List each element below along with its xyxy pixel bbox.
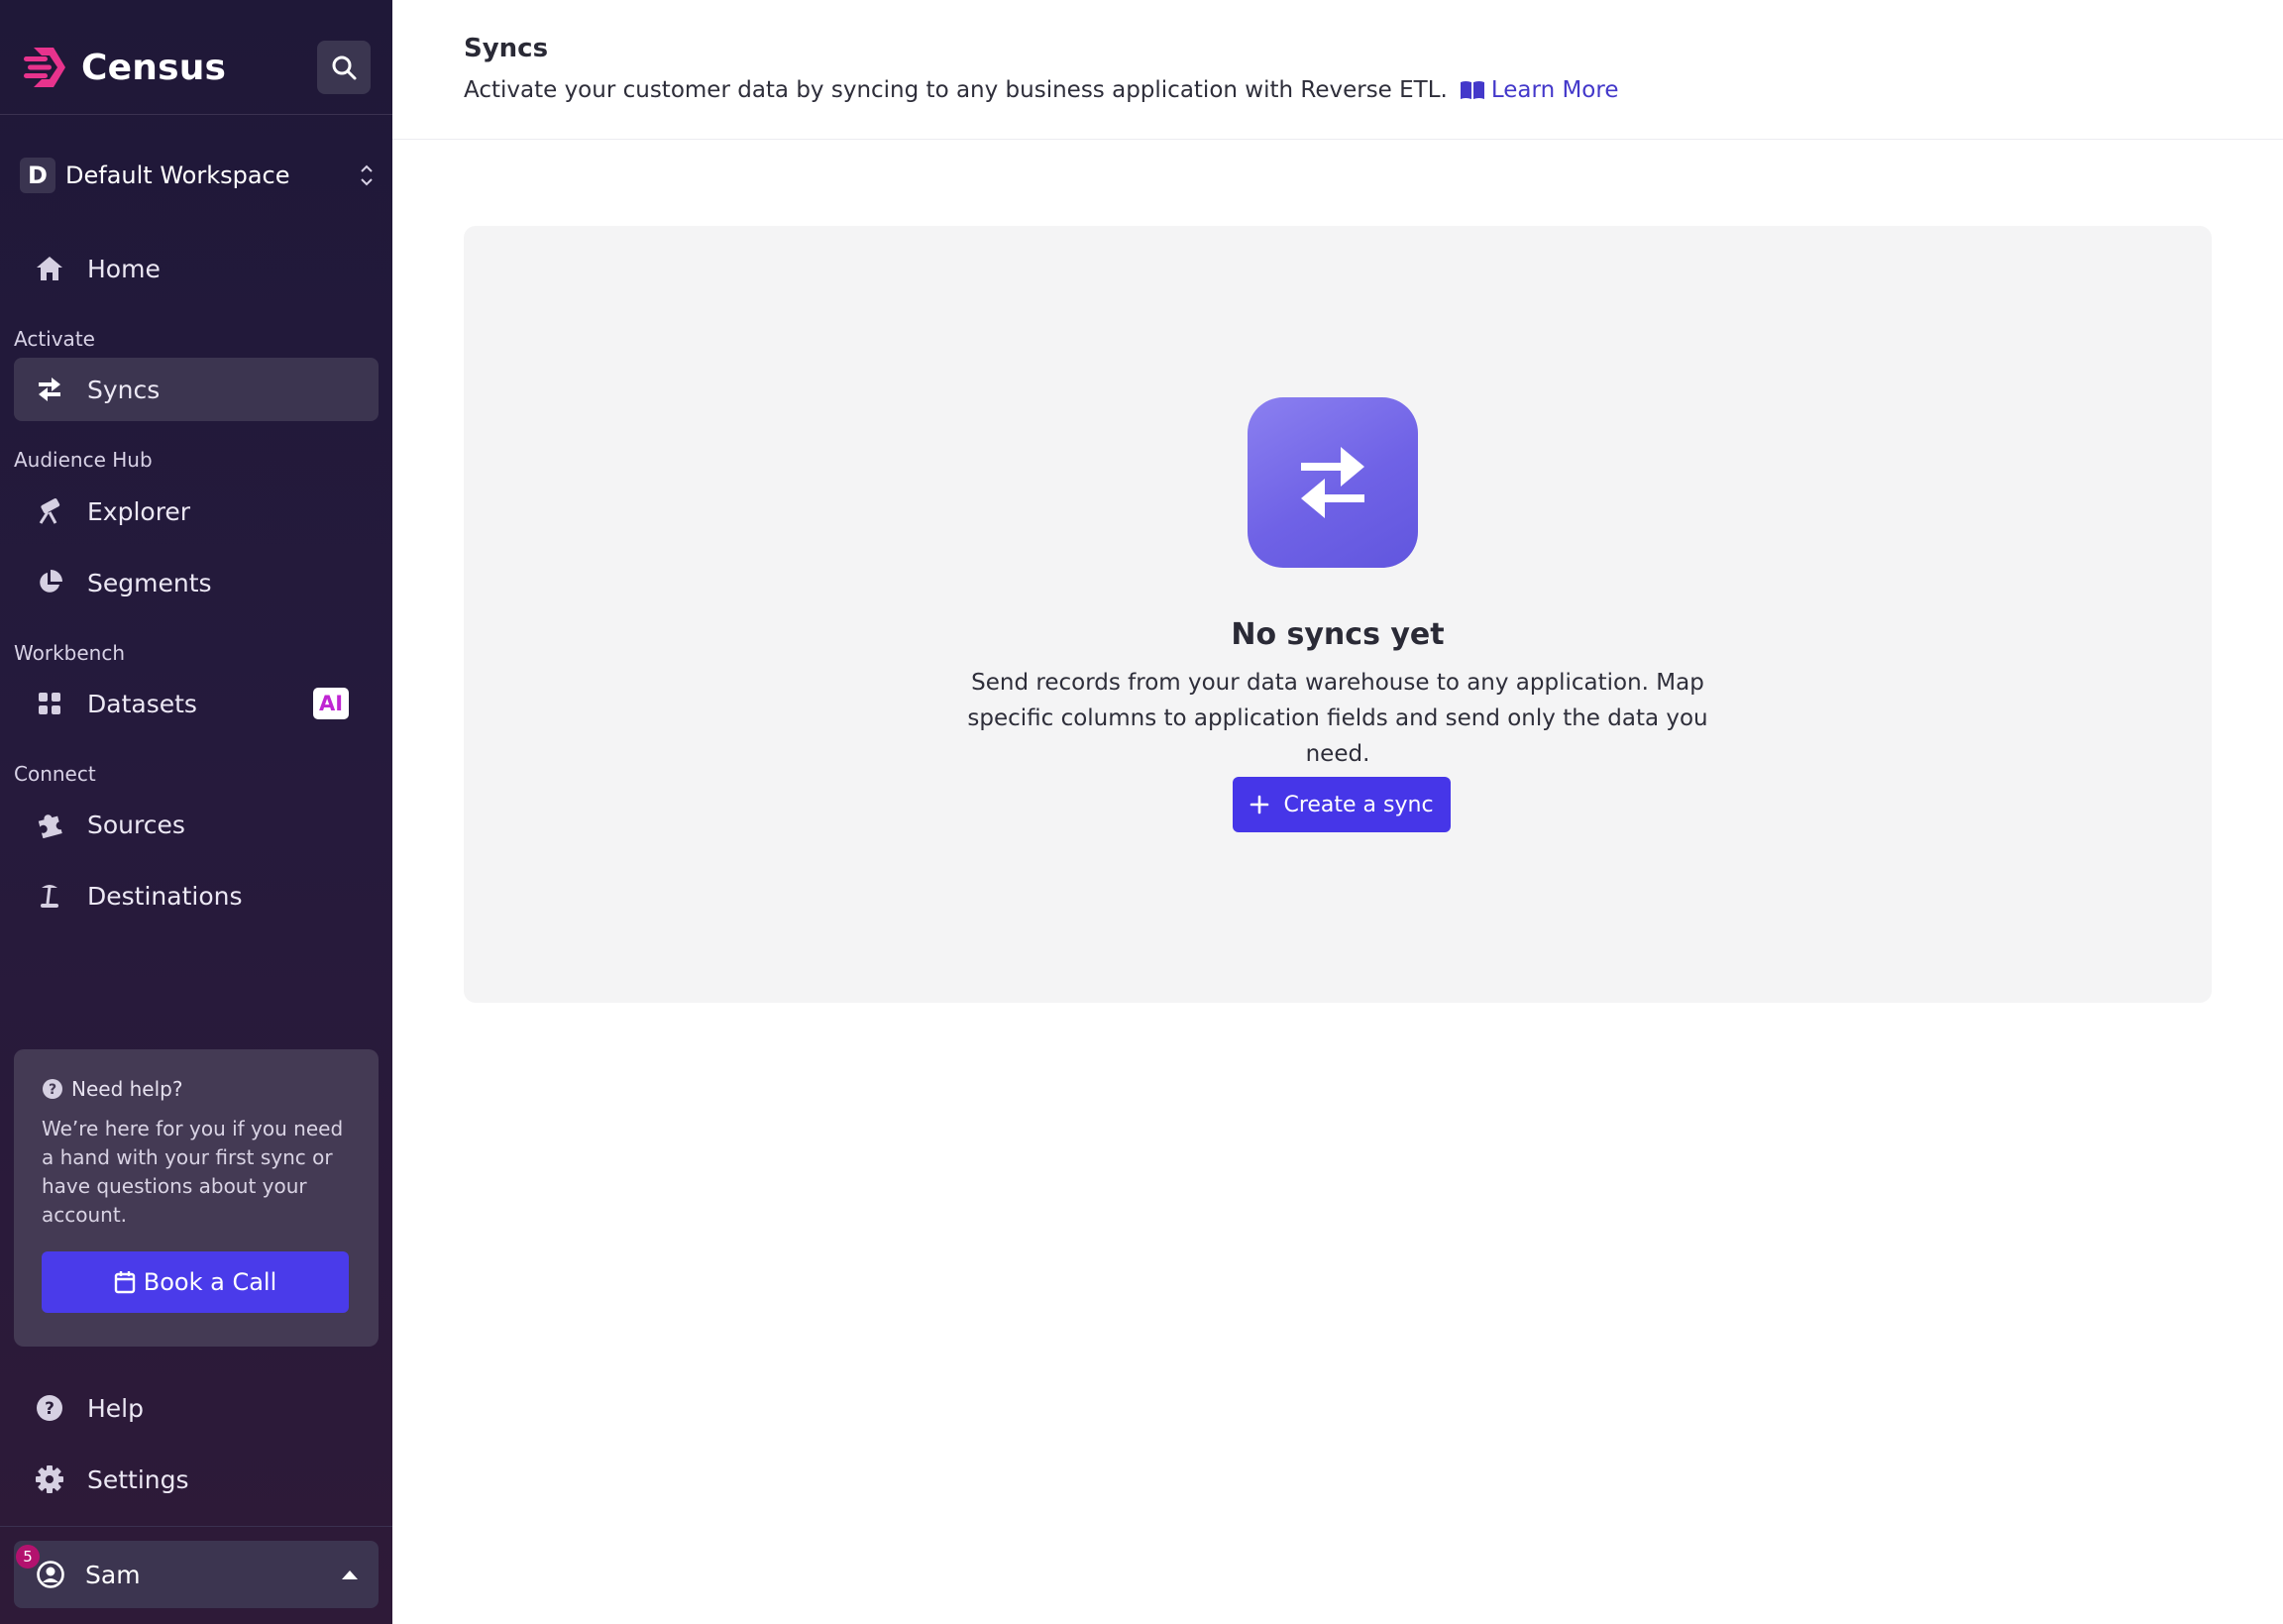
workspace-switcher[interactable]: D Default Workspace [20,156,377,195]
notification-badge: 5 [16,1545,40,1569]
search-icon [332,55,357,80]
section-label-activate: Activate [14,327,95,351]
nav-label-home: Home [87,254,161,283]
book-open-icon [1460,81,1484,99]
nav-item-settings[interactable]: Settings [14,1448,379,1511]
nav-item-segments[interactable]: Segments [14,551,379,614]
nav-label-settings: Settings [87,1464,189,1494]
empty-state-panel: No syncs yet Send records from your data… [464,226,2212,1003]
book-a-call-button[interactable]: Book a Call [42,1251,349,1313]
sync-arrows-icon [1248,397,1418,568]
help-card-text: We’re here for you if you need a hand wi… [42,1117,344,1227]
caret-up-icon [342,1570,358,1579]
header-divider [392,139,2283,140]
user-circle-icon [37,1561,64,1588]
empty-state-title: No syncs yet [1231,617,1445,652]
nav-item-syncs[interactable]: Syncs [14,358,379,421]
calendar-icon [114,1271,135,1294]
main-content: Syncs Activate your customer data by syn… [392,0,2283,1624]
telescope-icon [34,495,65,527]
help-card: ? Need help? We’re here for you if you n… [14,1049,379,1347]
beach-icon [34,880,65,912]
nav-item-home[interactable]: Home [14,237,379,300]
plus-icon [1250,795,1269,814]
puzzle-icon [34,809,65,840]
sidebar-divider-bottom [0,1526,392,1527]
nav-label-help: Help [87,1393,144,1423]
nav-item-datasets[interactable]: Datasets AI [14,672,379,735]
user-name: Sam [85,1560,141,1589]
learn-more-link[interactable]: Learn More [1460,77,1619,103]
question-circle-icon: ? [43,1079,62,1099]
create-sync-button[interactable]: Create a sync [1233,777,1451,832]
empty-state-text: Send records from your data warehouse to… [967,670,1708,767]
sidebar-divider [0,114,392,115]
brand-name: Census [81,47,227,88]
nav-item-sources[interactable]: Sources [14,793,379,856]
ai-badge: AI [313,688,349,719]
home-icon [34,253,65,284]
section-label-workbench: Workbench [14,641,125,665]
help-card-title-text: Need help? [71,1077,183,1101]
search-button[interactable] [317,41,371,94]
section-label-connect: Connect [14,762,96,786]
brand[interactable]: Census [20,42,226,93]
create-sync-label: Create a sync [1283,792,1434,817]
svg-text:?: ? [45,1399,54,1419]
nav-item-destinations[interactable]: Destinations [14,864,379,927]
sidebar: Census D Default Workspace Home Activate [0,0,392,1624]
svg-text:?: ? [49,1082,56,1098]
nav-label-explorer: Explorer [87,496,191,526]
nav-label-sources: Sources [87,810,185,839]
page-subtitle-text: Activate your customer data by syncing t… [464,77,1448,103]
help-card-title: ? Need help? [42,1077,351,1101]
nav-label-destinations: Destinations [87,881,243,911]
pie-chart-icon [34,567,65,598]
learn-more-label: Learn More [1490,77,1619,103]
app-window: Census D Default Workspace Home Activate [0,0,2283,1624]
nav-label-segments: Segments [87,568,212,597]
book-a-call-label: Book a Call [143,1268,277,1296]
sync-arrows-icon [34,374,65,405]
gear-icon [34,1463,65,1495]
grid-icon [34,688,65,719]
section-label-audience-hub: Audience Hub [14,448,153,472]
nav-label-syncs: Syncs [87,375,161,404]
page-subtitle: Activate your customer data by syncing t… [464,77,1618,103]
question-circle-icon: ? [34,1392,65,1424]
page-title: Syncs [464,34,549,63]
user-menu[interactable]: 5 Sam [14,1541,379,1608]
workspace-badge: D [20,158,55,193]
census-logo-icon [24,48,65,87]
nav-label-datasets: Datasets [87,689,197,718]
chevron-up-down-icon [361,164,373,186]
workspace-name: Default Workspace [65,162,290,189]
nav-item-help[interactable]: ? Help [14,1376,379,1440]
nav-item-explorer[interactable]: Explorer [14,480,379,543]
